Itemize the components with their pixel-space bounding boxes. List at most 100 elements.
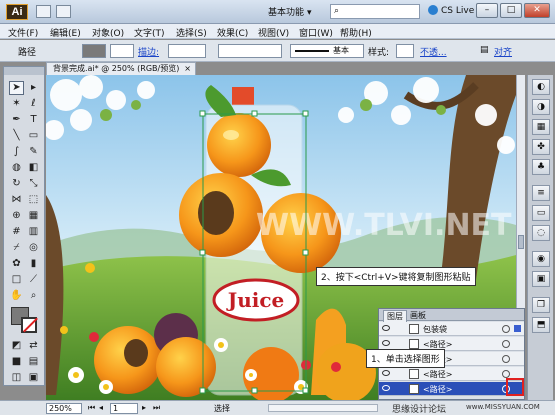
opacity-link[interactable]: 不透... bbox=[420, 45, 447, 58]
variable-width-profile[interactable] bbox=[218, 44, 282, 58]
layer-row[interactable]: 包装袋 bbox=[379, 322, 524, 336]
artboards-icon[interactable]: ⬒ bbox=[532, 317, 550, 333]
paintbrush-tool-icon[interactable]: ∫ bbox=[9, 145, 24, 159]
eyedropper-tool-icon[interactable]: ⌿ bbox=[9, 241, 24, 255]
hand-tool-icon[interactable]: ✋ bbox=[9, 289, 24, 303]
close-tab-icon[interactable]: × bbox=[184, 63, 191, 75]
magic-wand-tool-icon[interactable]: ✶ bbox=[9, 97, 24, 111]
stroke-color-swatch[interactable] bbox=[110, 44, 134, 58]
screen-mode-icon[interactable]: ▣ bbox=[26, 371, 41, 385]
brushes-icon[interactable]: ✤ bbox=[532, 139, 550, 155]
blend-tool-icon[interactable]: ◎ bbox=[26, 241, 41, 255]
zoom-tool-icon[interactable]: ⌕ bbox=[26, 289, 41, 303]
eye-icon[interactable] bbox=[382, 385, 390, 391]
pencil-tool-icon[interactable]: ✎ bbox=[26, 145, 41, 159]
symbols-icon[interactable]: ♣ bbox=[532, 159, 550, 175]
fill-color-swatch[interactable] bbox=[82, 44, 106, 58]
layers-panel-icon[interactable]: ❐ bbox=[532, 297, 550, 313]
menu-edit[interactable]: 编辑(E) bbox=[50, 26, 81, 39]
default-colors-icon[interactable]: ◩ bbox=[9, 339, 24, 353]
menu-view[interactable]: 视图(V) bbox=[258, 26, 289, 39]
first-page-icon[interactable]: ⏮ bbox=[88, 403, 95, 413]
align-icon[interactable]: ▤ bbox=[480, 45, 489, 55]
artboard-tool-icon[interactable]: □ bbox=[9, 273, 24, 287]
perspective-grid-tool-icon[interactable]: ▦ bbox=[26, 209, 41, 223]
tools-panel-header[interactable] bbox=[4, 67, 44, 75]
target-icon[interactable] bbox=[502, 340, 510, 348]
pen-tool-icon[interactable]: ✒ bbox=[9, 113, 24, 127]
gradient-tool-icon[interactable]: ▥ bbox=[26, 225, 41, 239]
slice-tool-icon[interactable]: ⟋ bbox=[26, 273, 41, 287]
close-button[interactable]: ✕ bbox=[524, 3, 550, 18]
arrange-documents-icon[interactable] bbox=[56, 5, 71, 18]
swap-colors-icon[interactable]: ⇄ bbox=[26, 339, 41, 353]
draw-mode-icon[interactable]: ◫ bbox=[9, 371, 24, 385]
type-tool-icon[interactable]: T bbox=[26, 113, 41, 127]
color-panel-icon[interactable]: ◐ bbox=[532, 79, 550, 95]
stroke-link[interactable]: 描边: bbox=[138, 45, 159, 58]
last-page-icon[interactable]: ⏭ bbox=[153, 403, 160, 413]
cs-live-button[interactable]: CS Live bbox=[428, 5, 474, 16]
free-transform-tool-icon[interactable]: ⬚ bbox=[26, 193, 41, 207]
eraser-tool-icon[interactable]: ◧ bbox=[26, 161, 41, 175]
selection-tool-icon[interactable]: ➤ bbox=[9, 81, 24, 95]
stroke-weight-field[interactable] bbox=[168, 44, 206, 58]
width-tool-icon[interactable]: ⋈ bbox=[9, 193, 24, 207]
menu-help[interactable]: 帮助(H) bbox=[340, 26, 372, 39]
artboard-number-field[interactable]: 1 bbox=[110, 403, 138, 414]
layers-panel-tabs: 图层 画板 bbox=[379, 309, 524, 322]
bridge-icon[interactable] bbox=[36, 5, 51, 18]
align-link[interactable]: 对齐 bbox=[494, 45, 512, 58]
help-search-input[interactable]: ⌕ bbox=[330, 4, 420, 19]
rectangle-tool-icon[interactable]: ▭ bbox=[26, 129, 41, 143]
mesh-tool-icon[interactable]: # bbox=[9, 225, 24, 239]
menu-select[interactable]: 选择(S) bbox=[176, 26, 207, 39]
gradient-mode-icon[interactable]: ▤ bbox=[26, 355, 41, 369]
scroll-thumb[interactable] bbox=[518, 235, 524, 249]
menu-type[interactable]: 文字(T) bbox=[134, 26, 165, 39]
menu-effect[interactable]: 效果(C) bbox=[217, 26, 248, 39]
gradient-panel-icon[interactable]: ▭ bbox=[532, 205, 550, 221]
target-icon[interactable] bbox=[502, 355, 510, 363]
layer-row-selected[interactable]: <路径> bbox=[379, 382, 524, 396]
zoom-field[interactable]: 250% bbox=[46, 403, 82, 414]
maximize-button[interactable]: □ bbox=[500, 3, 522, 18]
graphic-styles-icon[interactable]: ▣ bbox=[532, 271, 550, 287]
color-guide-icon[interactable]: ◑ bbox=[532, 99, 550, 115]
horizontal-scrollbar[interactable] bbox=[268, 404, 378, 412]
eye-icon[interactable] bbox=[382, 370, 390, 376]
minimize-button[interactable]: – bbox=[476, 3, 498, 18]
column-graph-tool-icon[interactable]: ▮ bbox=[26, 257, 41, 271]
blob-brush-tool-icon[interactable]: ◍ bbox=[9, 161, 24, 175]
next-page-icon[interactable]: ▸ bbox=[142, 403, 146, 412]
menu-window[interactable]: 窗口(W) bbox=[299, 26, 333, 39]
menu-file[interactable]: 文件(F) bbox=[8, 26, 38, 39]
workspace-switcher[interactable]: 基本功能 ▾ bbox=[268, 5, 312, 18]
target-icon[interactable] bbox=[502, 370, 510, 378]
layer-row[interactable]: <路径> bbox=[379, 367, 524, 381]
color-mode-icon[interactable]: ■ bbox=[9, 355, 24, 369]
eye-icon[interactable] bbox=[382, 325, 390, 331]
graphic-style-picker[interactable] bbox=[396, 44, 414, 58]
tab-layers[interactable]: 图层 bbox=[383, 310, 407, 322]
menu-object[interactable]: 对象(O) bbox=[92, 26, 124, 39]
stroke-panel-icon[interactable]: ≡ bbox=[532, 185, 550, 201]
rotate-tool-icon[interactable]: ↻ bbox=[9, 177, 24, 191]
stroke-swatch[interactable] bbox=[21, 317, 37, 333]
shape-builder-tool-icon[interactable]: ⊕ bbox=[9, 209, 24, 223]
tab-artboards[interactable]: 画板 bbox=[407, 310, 429, 321]
direct-selection-tool-icon[interactable]: ▸ bbox=[26, 81, 41, 95]
scale-tool-icon[interactable]: ⤡ bbox=[26, 177, 41, 191]
document-tab[interactable]: 背景完成.ai* @ 250% (RGB/预览) × bbox=[46, 62, 196, 75]
transparency-icon[interactable]: ◌ bbox=[532, 225, 550, 241]
swatches-icon[interactable]: ▦ bbox=[532, 119, 550, 135]
brush-definition[interactable]: 基本 bbox=[290, 44, 364, 58]
target-icon[interactable] bbox=[502, 325, 510, 333]
forum-watermark: 思缘设计论坛 bbox=[392, 405, 447, 415]
previous-page-icon[interactable]: ◂ bbox=[99, 403, 103, 412]
eye-icon[interactable] bbox=[382, 340, 390, 346]
symbol-sprayer-tool-icon[interactable]: ✿ bbox=[9, 257, 24, 271]
lasso-tool-icon[interactable]: ℓ bbox=[26, 97, 41, 111]
appearance-icon[interactable]: ◉ bbox=[532, 251, 550, 267]
line-tool-icon[interactable]: ╲ bbox=[9, 129, 24, 143]
